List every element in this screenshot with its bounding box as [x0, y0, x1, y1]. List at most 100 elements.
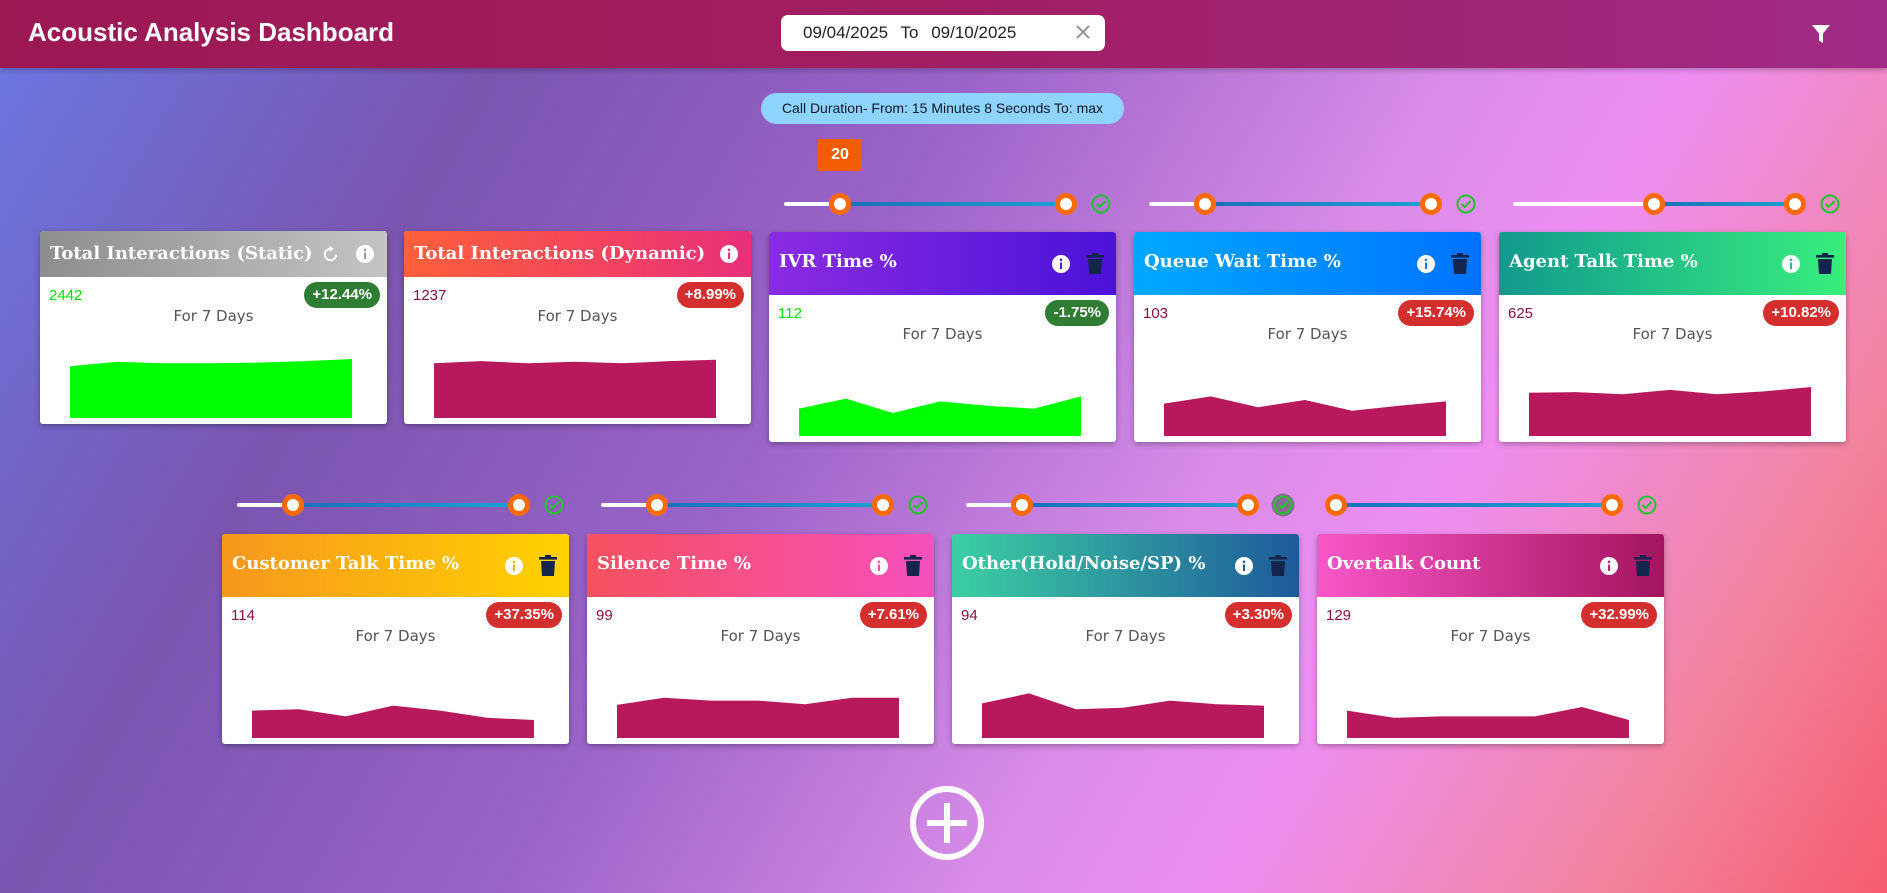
- info-icon[interactable]: [1416, 254, 1436, 274]
- slider-max-thumb[interactable]: [508, 494, 530, 516]
- slider-max-thumb[interactable]: [1601, 494, 1623, 516]
- info-icon[interactable]: [355, 244, 375, 264]
- card-queue-wait-time: Queue Wait Time % 103 +15.74% For 7 Days: [1134, 232, 1481, 442]
- check-circle-icon[interactable]: [1456, 194, 1476, 214]
- check-circle-icon[interactable]: [1637, 495, 1657, 515]
- refresh-icon[interactable]: [321, 245, 340, 264]
- card-header: Total Interactions (Static): [40, 231, 387, 277]
- range-slider-customer-talk-time[interactable]: [237, 490, 567, 520]
- date-to: 09/10/2025: [931, 23, 1017, 42]
- card-header: Queue Wait Time %: [1134, 232, 1481, 295]
- close-icon[interactable]: [1075, 24, 1091, 40]
- trash-icon[interactable]: [1269, 555, 1287, 576]
- card-header: Customer Talk Time %: [222, 534, 569, 597]
- slider-max-thumb[interactable]: [872, 494, 894, 516]
- card-header: Other(Hold/Noise/SP) %: [952, 534, 1299, 597]
- range-slider-agent-talk-time[interactable]: [1513, 189, 1843, 219]
- card-body: 625 +10.82% For 7 Days: [1499, 295, 1846, 442]
- card-title: Silence Time %: [597, 553, 751, 574]
- card-body: 112 -1.75% For 7 Days: [769, 295, 1116, 442]
- card-title: IVR Time %: [779, 251, 897, 272]
- metric-value: 103: [1143, 305, 1169, 322]
- range-slider-silence-time[interactable]: [601, 490, 931, 520]
- change-badge: -1.75%: [1045, 300, 1109, 326]
- card-title: Queue Wait Time %: [1144, 251, 1341, 272]
- trash-icon[interactable]: [1451, 253, 1469, 274]
- metric-value: 129: [1326, 607, 1352, 624]
- slider-track: [1335, 503, 1612, 507]
- card-body: 103 +15.74% For 7 Days: [1134, 295, 1481, 442]
- metric-value: 1237: [413, 287, 447, 304]
- info-icon[interactable]: [1781, 254, 1801, 274]
- filter-icon[interactable]: [1811, 24, 1831, 44]
- info-icon[interactable]: [1234, 556, 1254, 576]
- sparkline: [434, 359, 716, 418]
- trash-icon[interactable]: [1634, 555, 1652, 576]
- change-badge: +37.35%: [486, 602, 562, 628]
- slider-min-thumb[interactable]: [1194, 193, 1216, 215]
- card-title: Other(Hold/Noise/SP) %: [962, 553, 1206, 574]
- check-circle-icon[interactable]: [908, 495, 928, 515]
- slider-min-thumb[interactable]: [646, 494, 668, 516]
- date-separator: To: [900, 23, 919, 42]
- metric-value: 114: [231, 607, 255, 624]
- slider-min-thumb[interactable]: [829, 193, 851, 215]
- slider-max-thumb[interactable]: [1055, 193, 1077, 215]
- sparkline: [799, 396, 1081, 436]
- range-slider-queue-wait-time[interactable]: [1149, 189, 1479, 219]
- check-circle-icon[interactable]: [1271, 493, 1295, 517]
- trash-icon[interactable]: [1086, 253, 1104, 274]
- range-slider-other-hold-noise-sp[interactable]: [966, 490, 1296, 520]
- slider-min-thumb[interactable]: [1011, 494, 1033, 516]
- slider-max-thumb[interactable]: [1420, 193, 1442, 215]
- add-circle-icon[interactable]: [909, 785, 985, 861]
- call-duration-filter-chip[interactable]: Call Duration- From: 15 Minutes 8 Second…: [761, 93, 1124, 124]
- card-title: Total Interactions (Static): [50, 243, 313, 264]
- slider-track: [1205, 202, 1431, 206]
- card-body: 129 +32.99% For 7 Days: [1317, 597, 1664, 744]
- metric-value: 94: [961, 607, 978, 624]
- card-body: 1237 +8.99% For 7 Days: [404, 277, 751, 424]
- period-label: For 7 Days: [173, 307, 254, 325]
- range-slider-overtalk-count[interactable]: [1325, 490, 1657, 520]
- sparkline: [1164, 396, 1446, 436]
- slider-min-thumb[interactable]: [282, 494, 304, 516]
- card-header: Total Interactions (Dynamic): [404, 231, 751, 277]
- info-icon[interactable]: [504, 556, 524, 576]
- trash-icon[interactable]: [1816, 253, 1834, 274]
- check-circle-icon[interactable]: [1820, 194, 1840, 214]
- check-circle-icon[interactable]: [544, 495, 564, 515]
- info-icon[interactable]: [1599, 556, 1619, 576]
- period-label: For 7 Days: [1267, 325, 1348, 343]
- info-icon[interactable]: [719, 244, 739, 264]
- info-icon[interactable]: [869, 556, 889, 576]
- card-header: Agent Talk Time %: [1499, 232, 1846, 295]
- slider-max-thumb[interactable]: [1784, 193, 1806, 215]
- change-badge: +12.44%: [304, 282, 380, 308]
- sparkline-area: [252, 705, 534, 738]
- slider-min-thumb[interactable]: [1325, 494, 1347, 516]
- slider-max-thumb[interactable]: [1237, 494, 1259, 516]
- slider-min-thumb[interactable]: [1643, 193, 1665, 215]
- card-title: Total Interactions (Dynamic): [414, 243, 706, 264]
- app-bar: Acoustic Analysis Dashboard 09/04/2025 T…: [0, 0, 1887, 68]
- info-icon[interactable]: [1051, 254, 1071, 274]
- card-body: 94 +3.30% For 7 Days: [952, 597, 1299, 744]
- sparkline-area: [799, 396, 1081, 436]
- date-from: 09/04/2025: [803, 23, 889, 42]
- slider-rail: [1513, 202, 1654, 206]
- trash-icon[interactable]: [539, 555, 557, 576]
- sparkline: [982, 693, 1264, 738]
- metric-value: 112: [778, 305, 802, 322]
- card-title: Agent Talk Time %: [1509, 251, 1698, 272]
- card-body: 2442 +12.44% For 7 Days: [40, 277, 387, 424]
- card-ivr-time: IVR Time % 112 -1.75% For 7 Days: [769, 232, 1116, 442]
- slider-track: [293, 503, 519, 507]
- range-slider-ivr-time[interactable]: 20: [784, 139, 1114, 219]
- card-header: IVR Time %: [769, 232, 1116, 295]
- trash-icon[interactable]: [904, 555, 922, 576]
- check-circle-icon[interactable]: [1091, 194, 1111, 214]
- date-range-picker[interactable]: 09/04/2025 To 09/10/2025: [781, 15, 1105, 51]
- sparkline-area: [982, 693, 1264, 738]
- card-body: 99 +7.61% For 7 Days: [587, 597, 934, 744]
